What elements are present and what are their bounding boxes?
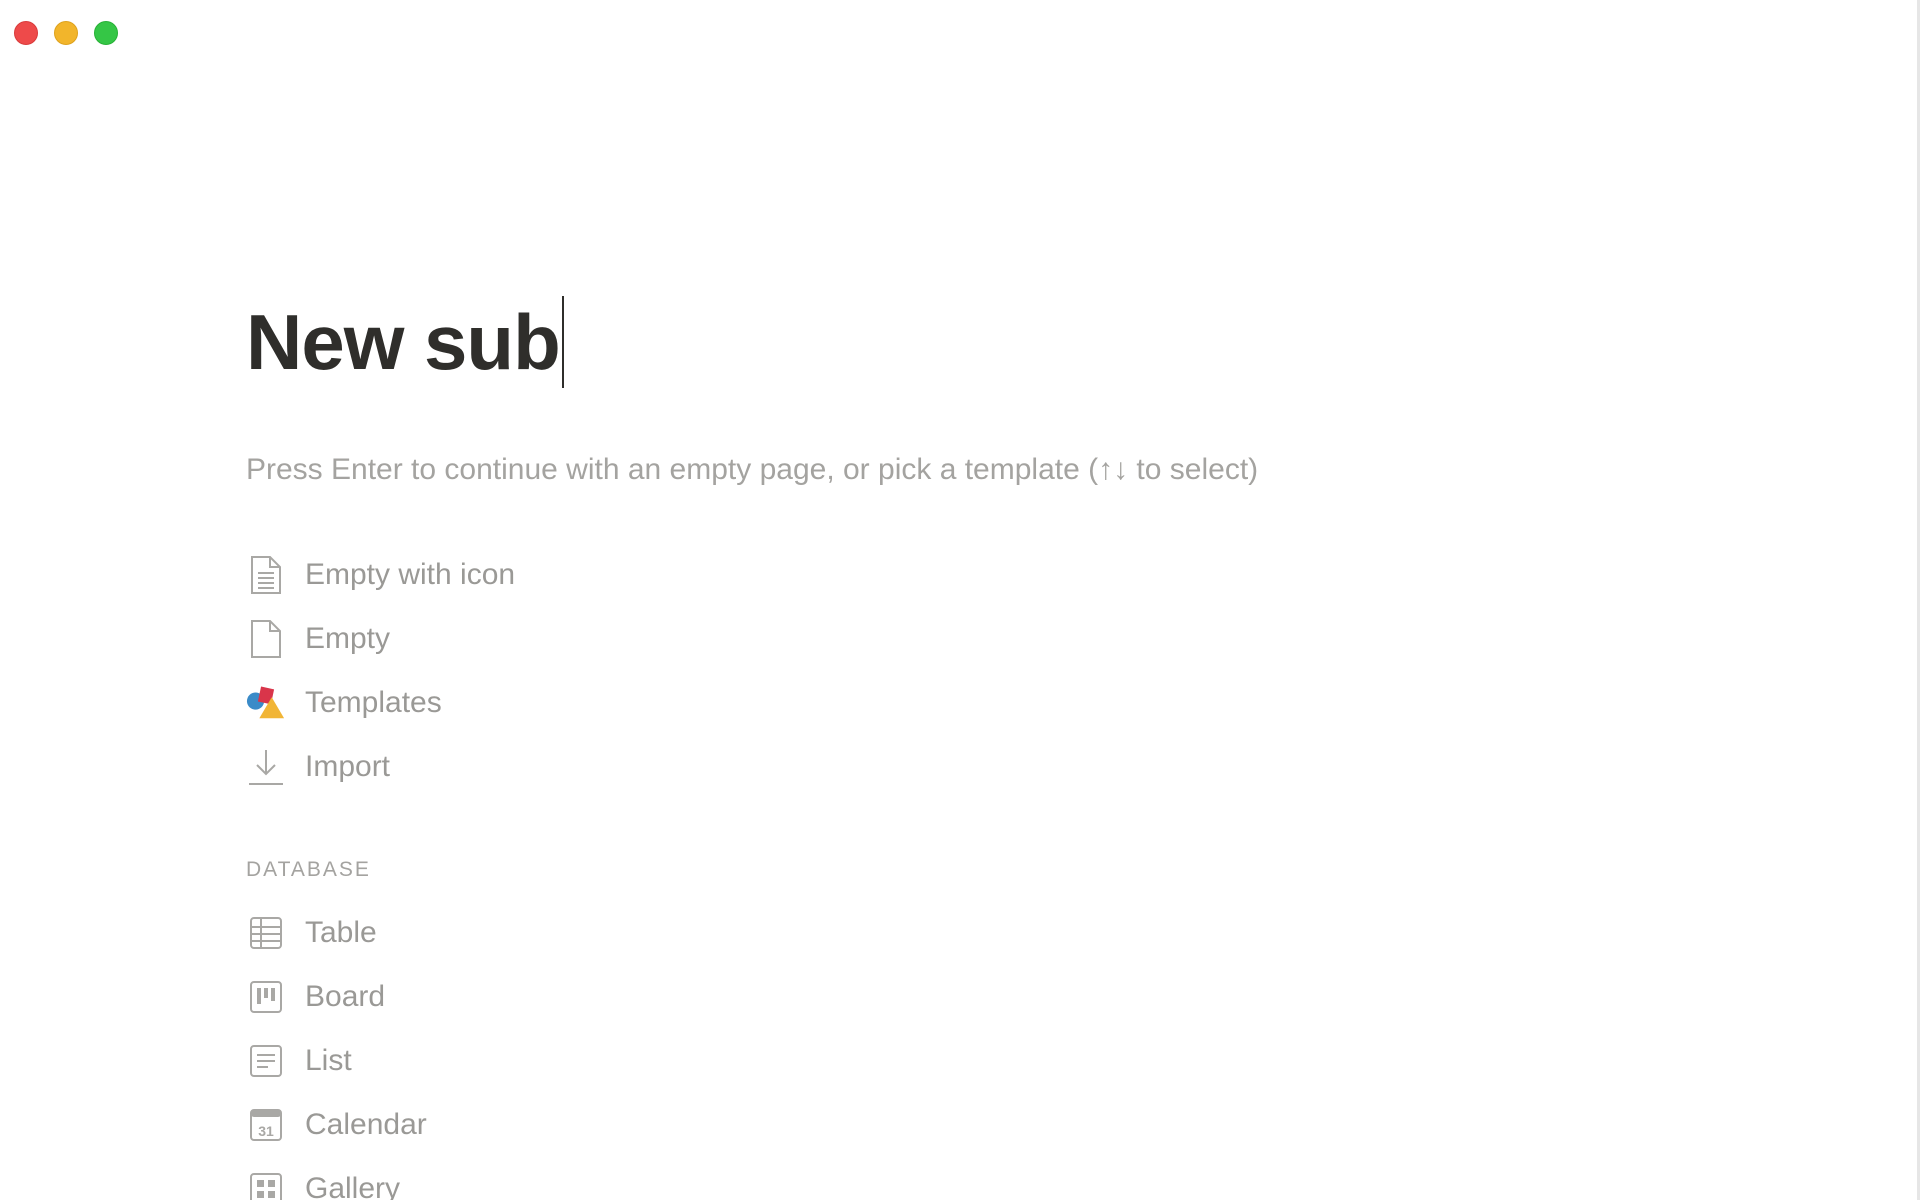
template-label: Templates bbox=[305, 686, 442, 719]
database-label: Table bbox=[305, 916, 377, 949]
database-label: Board bbox=[305, 980, 386, 1013]
calendar-icon-day: 31 bbox=[258, 1123, 274, 1139]
import-arrow-icon bbox=[246, 747, 286, 787]
shapes-icon bbox=[246, 683, 286, 723]
template-empty-with-icon[interactable]: Empty with icon bbox=[246, 551, 515, 599]
database-label: Calendar bbox=[305, 1108, 427, 1141]
template-import[interactable]: Import bbox=[246, 743, 390, 791]
table-icon bbox=[246, 913, 286, 953]
window-controls bbox=[14, 21, 118, 45]
template-empty[interactable]: Empty bbox=[246, 615, 390, 663]
database-gallery[interactable]: Gallery bbox=[246, 1165, 400, 1200]
app-window: New sub Press Enter to continue with an … bbox=[0, 0, 1920, 1200]
text-caret bbox=[561, 296, 564, 388]
title-row[interactable]: New sub bbox=[246, 296, 564, 388]
database-label: List bbox=[305, 1044, 352, 1077]
calendar-icon: 31 bbox=[246, 1105, 286, 1145]
template-gallery[interactable]: Templates bbox=[246, 679, 442, 727]
document-icon bbox=[246, 619, 286, 659]
board-icon bbox=[246, 977, 286, 1017]
database-list[interactable]: List bbox=[246, 1037, 352, 1085]
database-label: Gallery bbox=[305, 1172, 401, 1200]
database-table[interactable]: Table bbox=[246, 909, 377, 957]
maximize-window-button[interactable] bbox=[94, 21, 118, 45]
template-label: Import bbox=[305, 750, 391, 783]
database-board[interactable]: Board bbox=[246, 973, 385, 1021]
database-section-label: DATABASE bbox=[246, 858, 371, 881]
gallery-icon bbox=[246, 1169, 286, 1200]
close-window-button[interactable] bbox=[14, 21, 38, 45]
document-lines-icon bbox=[246, 555, 286, 595]
database-calendar[interactable]: 31 Calendar bbox=[246, 1101, 427, 1149]
list-icon bbox=[246, 1041, 286, 1081]
template-hint: Press Enter to continue with an empty pa… bbox=[246, 453, 1259, 486]
page-title[interactable]: New sub bbox=[246, 296, 561, 388]
template-label: Empty bbox=[305, 622, 391, 655]
template-label: Empty with icon bbox=[305, 558, 516, 591]
minimize-window-button[interactable] bbox=[54, 21, 78, 45]
